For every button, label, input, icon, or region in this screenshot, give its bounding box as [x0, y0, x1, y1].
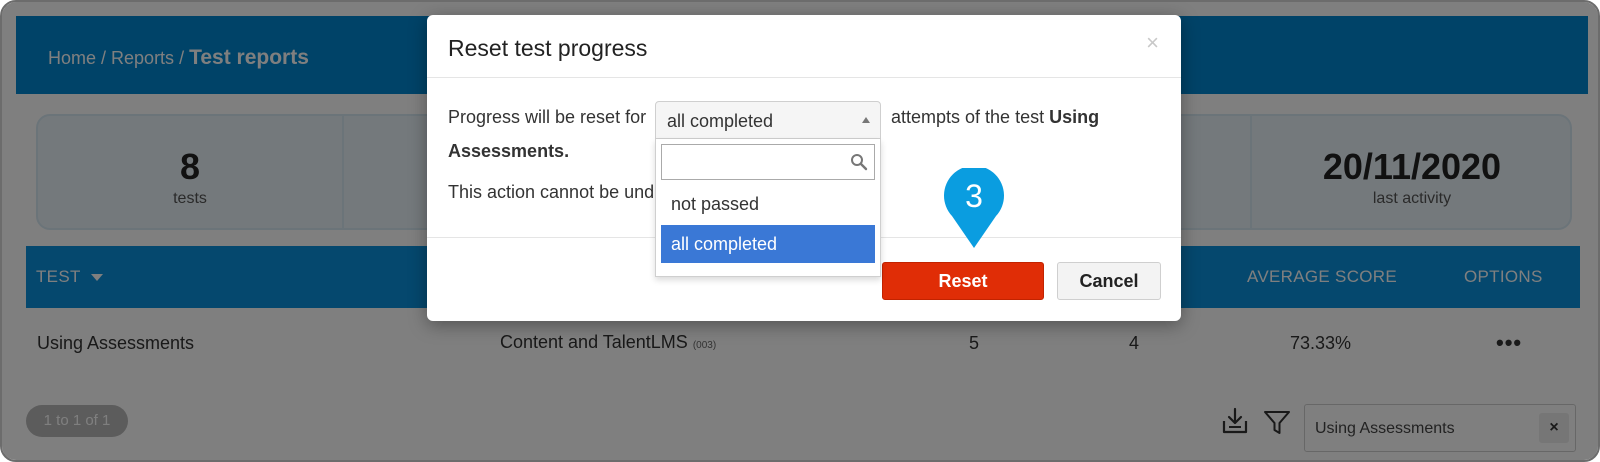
- app-frame: Home / Reports / Test reports 8 tests 20…: [0, 0, 1600, 462]
- attempts-select[interactable]: all completed: [655, 101, 881, 139]
- step-number: 3: [965, 178, 983, 214]
- step-marker-pin: 3: [944, 168, 1004, 248]
- test-name: Assessments.: [448, 141, 570, 161]
- dialog-divider: [427, 77, 1181, 78]
- search-icon: [851, 154, 868, 171]
- description-text: attempts of the test: [891, 107, 1045, 127]
- dialog-title: Reset test progress: [448, 35, 648, 61]
- cancel-button[interactable]: Cancel: [1057, 262, 1161, 300]
- attempts-dropdown: not passed all completed: [655, 139, 881, 277]
- reset-description-end: attempts of the test Using: [891, 107, 1099, 128]
- option-all-completed[interactable]: all completed: [661, 225, 875, 263]
- test-name: Using: [1049, 107, 1100, 127]
- reset-description-start: Progress will be reset for: [448, 107, 647, 127]
- option-not-passed[interactable]: not passed: [661, 185, 875, 223]
- dropdown-search-input[interactable]: [666, 151, 842, 173]
- test-name-continued: Assessments.: [448, 141, 569, 162]
- reset-progress-dialog: Reset test progress × Progress will be r…: [427, 15, 1181, 321]
- warning-text: This action cannot be und: [448, 182, 655, 202]
- close-icon[interactable]: ×: [1146, 30, 1159, 56]
- reset-button[interactable]: Reset: [882, 262, 1044, 300]
- select-value: all completed: [667, 111, 774, 131]
- chevron-up-icon: [862, 117, 870, 123]
- dropdown-search[interactable]: [661, 144, 875, 180]
